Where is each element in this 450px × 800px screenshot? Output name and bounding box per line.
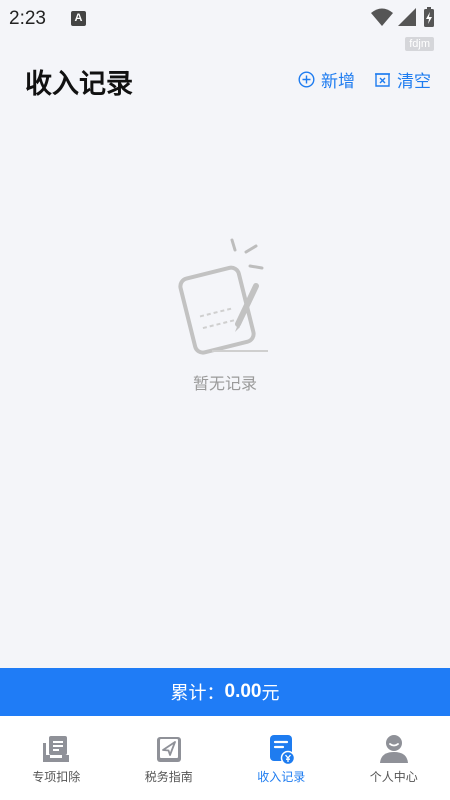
status-icons [371, 7, 434, 27]
status-bar: 2:23 A [0, 0, 450, 36]
tab-personal-center[interactable]: 个人中心 [338, 716, 450, 800]
bottom-tab-bar: 专项扣除 税务指南 收入记录 个人中心 [0, 716, 450, 800]
total-label: 累计： [170, 683, 225, 704]
page-title: 收入记录 [25, 69, 133, 100]
battery-charging-icon [424, 7, 434, 27]
signal-icon [398, 8, 416, 26]
clear-button-label: 清空 [397, 72, 431, 92]
total-value: 0.00 [224, 681, 262, 702]
empty-state-text: 暂无记录 [192, 374, 257, 393]
status-time: 2:23 [9, 8, 46, 29]
wifi-icon [371, 8, 393, 26]
total-bar: 累计： 0.00 元 [0, 668, 450, 716]
tab-tax-guide[interactable]: 税务指南 [113, 716, 226, 800]
plus-circle-icon [298, 71, 315, 88]
watermark-label: fdjm [405, 37, 434, 51]
total-unit: 元 [261, 683, 280, 704]
tab-income-records[interactable]: 收入记录 [225, 716, 338, 800]
income-record-icon [270, 735, 296, 765]
add-button-label: 新增 [321, 72, 355, 92]
tab-label: 收入记录 [257, 770, 306, 784]
tab-label: 个人中心 [369, 770, 418, 784]
notification-a-icon: A [71, 11, 86, 26]
empty-notebook-pencil-icon [178, 238, 268, 355]
guide-book-icon [156, 737, 181, 762]
tab-special-deductions[interactable]: 专项扣除 [0, 716, 113, 800]
tab-label: 专项扣除 [32, 770, 81, 784]
user-profile-icon [379, 735, 408, 763]
deduction-inbox-icon [43, 736, 70, 762]
add-button[interactable]: 新增 [298, 67, 355, 92]
tab-label: 税务指南 [144, 770, 193, 784]
clear-button[interactable]: 清空 [374, 67, 431, 92]
clear-box-icon [375, 73, 390, 87]
